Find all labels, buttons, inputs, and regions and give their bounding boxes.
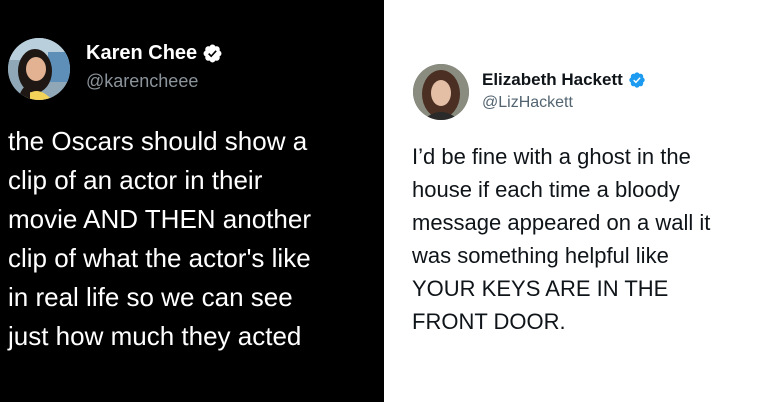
tweet-card-elizabeth-hackett: Elizabeth Hackett @LizHackett I’d be fin… bbox=[384, 0, 768, 402]
verified-badge-icon bbox=[628, 71, 646, 89]
tweet-text: I’d be fine with a ghost in the house if… bbox=[412, 144, 711, 334]
user-handle[interactable]: @karencheee bbox=[86, 71, 198, 92]
profile-photo-icon bbox=[8, 38, 70, 100]
tweet-card-karen-chee: Karen Chee @karencheee the Oscars should… bbox=[0, 0, 384, 402]
display-name-row: Karen Chee bbox=[86, 42, 223, 65]
display-name[interactable]: Karen Chee bbox=[86, 42, 197, 65]
tweet-collage: Karen Chee @karencheee the Oscars should… bbox=[0, 0, 768, 402]
avatar[interactable] bbox=[8, 38, 70, 100]
user-handle[interactable]: @LizHackett bbox=[482, 94, 573, 112]
verified-badge-icon bbox=[202, 43, 223, 64]
display-name[interactable]: Elizabeth Hackett bbox=[482, 70, 623, 90]
tweet-text: the Oscars should show a clip of an acto… bbox=[8, 126, 311, 351]
avatar[interactable] bbox=[413, 64, 469, 120]
display-name-row: Elizabeth Hackett bbox=[482, 70, 646, 90]
profile-photo-icon bbox=[413, 64, 469, 120]
